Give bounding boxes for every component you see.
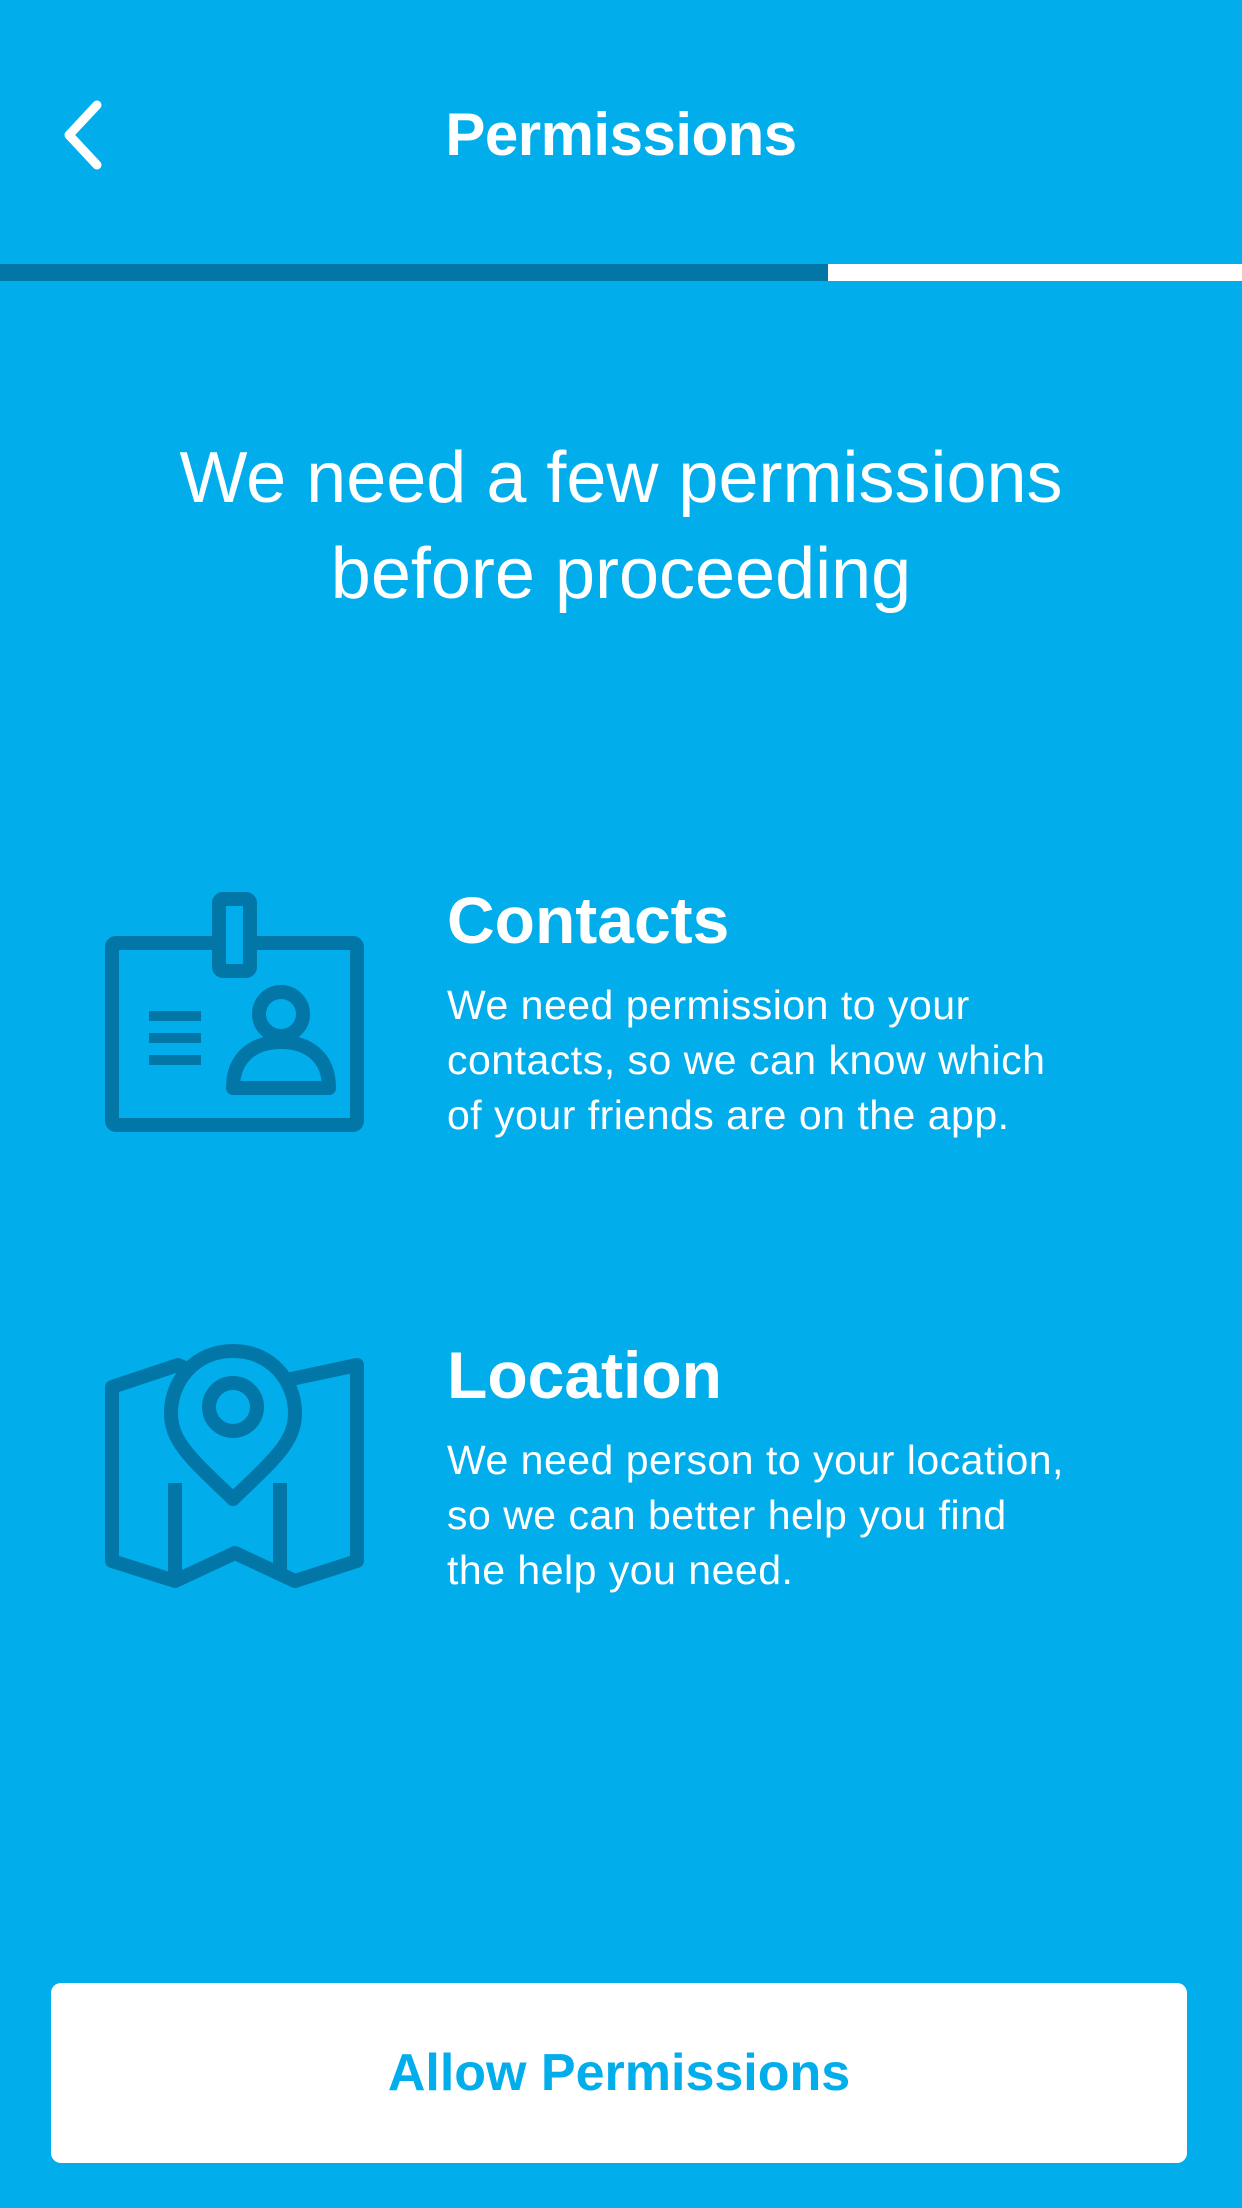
intro-heading: We need a few permissions before proceed…	[0, 430, 1242, 622]
permission-title: Location	[447, 1338, 722, 1412]
intro-heading-line-2: before proceeding	[330, 534, 912, 614]
map-pin-icon	[105, 1344, 364, 1588]
permission-description: We need person to your location, so we c…	[447, 1433, 1127, 1598]
permission-description-line: We need person to your location,	[447, 1437, 1064, 1483]
permission-title: Contacts	[447, 883, 730, 957]
permission-description: We need permission to your contacts, so …	[447, 978, 1127, 1143]
id-badge-icon	[105, 892, 364, 1132]
header: Permissions	[0, 0, 1242, 264]
permission-text-location: Location We need person to your location…	[447, 1335, 1147, 1598]
permission-text-contacts: Contacts We need permission to your cont…	[447, 880, 1147, 1143]
permission-description-line: the help you need.	[447, 1547, 794, 1593]
allow-permissions-button[interactable]: Allow Permissions	[51, 1983, 1187, 2163]
permission-description-line: contacts, so we can know which	[447, 1037, 1046, 1083]
page-title: Permissions	[445, 101, 797, 168]
progress-bar	[0, 264, 1242, 281]
permission-description-line: We need permission to your	[447, 982, 970, 1028]
permission-description-line: so we can better help you find	[447, 1492, 1007, 1538]
intro-heading-line-1: We need a few permissions	[179, 438, 1063, 518]
permission-description-line: of your friends are on the app.	[447, 1092, 1010, 1138]
progress-bar-fill	[0, 264, 829, 281]
